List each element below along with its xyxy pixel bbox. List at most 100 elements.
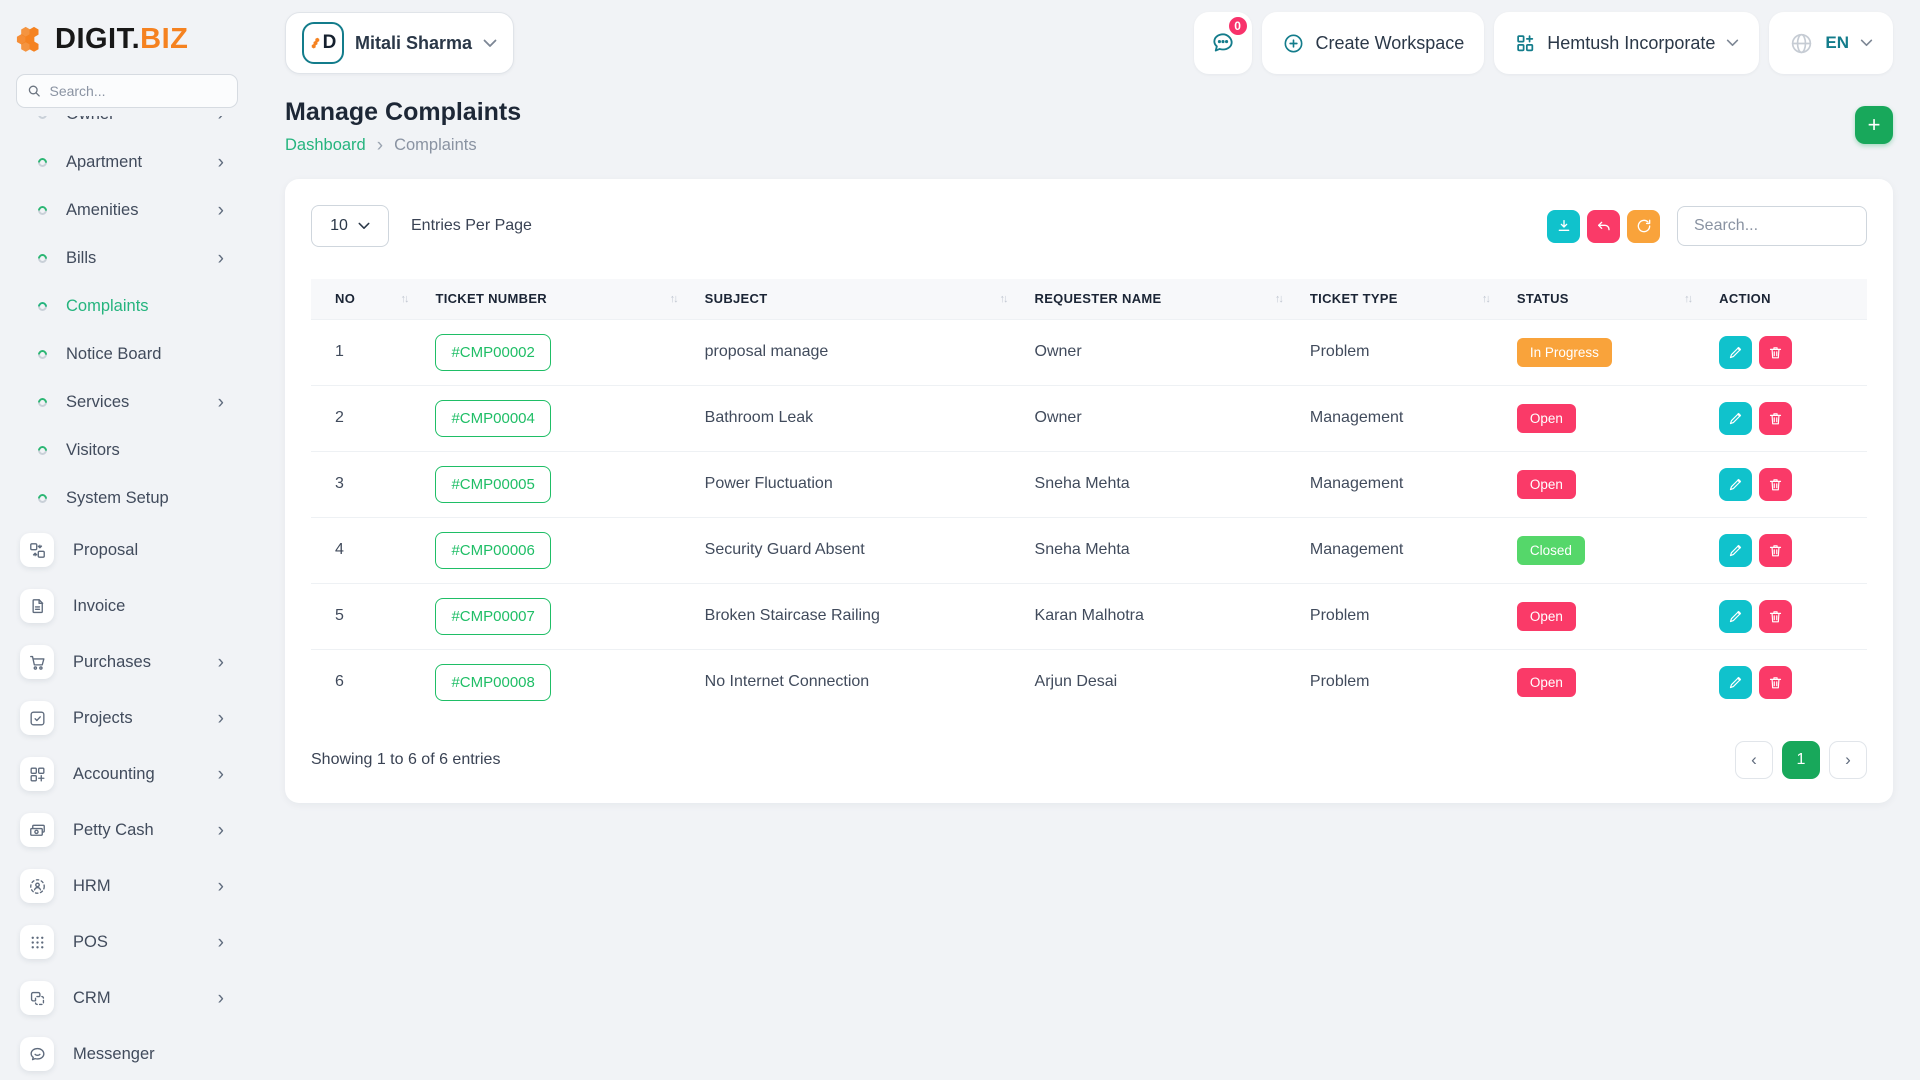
column-header-subject[interactable]: SUBJECT↑↓ xyxy=(705,279,1035,319)
ticket-number-link[interactable]: #CMP00004 xyxy=(435,400,550,437)
edit-button[interactable] xyxy=(1719,666,1752,699)
pagination-page-1-button[interactable]: 1 xyxy=(1782,741,1820,779)
undo-button[interactable] xyxy=(1587,210,1620,243)
sidebar-item-notice-board[interactable]: Notice Board xyxy=(16,330,238,378)
table-row: 6 #CMP00008 No Internet Connection Arjun… xyxy=(311,649,1867,715)
workspace-logo: D xyxy=(302,22,344,64)
cell-subject: Broken Staircase Railing xyxy=(705,583,1035,649)
sidebar: DIGIT.BIZ Owner › Apartment › Amenities xyxy=(0,0,254,1080)
sidebar-item-invoice[interactable]: Invoice xyxy=(16,578,238,634)
ticket-number-link[interactable]: #CMP00008 xyxy=(435,664,550,701)
ticket-number-link[interactable]: #CMP00002 xyxy=(435,334,550,371)
cash-icon xyxy=(20,813,54,847)
trash-icon xyxy=(1768,675,1783,690)
delete-button[interactable] xyxy=(1759,336,1792,369)
add-complaint-button[interactable]: + xyxy=(1855,106,1893,144)
cell-ticket-type: Management xyxy=(1310,517,1517,583)
column-header-ticket-number[interactable]: TICKET NUMBER↑↓ xyxy=(435,279,704,319)
cell-subject: proposal manage xyxy=(705,319,1035,385)
chat-button[interactable]: 0 xyxy=(1194,12,1252,74)
sidebar-item-visitors[interactable]: Visitors xyxy=(16,426,238,474)
entries-per-page-select[interactable]: 10 xyxy=(311,205,389,247)
sidebar-item-accounting[interactable]: Accounting › xyxy=(16,746,238,802)
sidebar-item-hrm[interactable]: HRM › xyxy=(16,858,238,914)
export-download-button[interactable] xyxy=(1547,210,1580,243)
sidebar-search-input[interactable] xyxy=(49,83,226,99)
complaints-table: NO↑↓ TICKET NUMBER↑↓ SUBJECT↑↓ REQUESTER… xyxy=(311,279,1867,715)
table-row: 4 #CMP00006 Security Guard Absent Sneha … xyxy=(311,517,1867,583)
cell-subject: Power Fluctuation xyxy=(705,451,1035,517)
page-title: Manage Complaints xyxy=(285,98,521,127)
cell-subject: Bathroom Leak xyxy=(705,385,1035,451)
chevron-down-icon xyxy=(358,222,370,230)
workspace-selector[interactable]: D Mitali Sharma xyxy=(285,12,514,74)
trash-icon xyxy=(1768,411,1783,426)
column-header-status[interactable]: STATUS↑↓ xyxy=(1517,279,1719,319)
sidebar-item-crm[interactable]: CRM › xyxy=(16,970,238,1026)
sort-icon: ↑↓ xyxy=(400,293,407,305)
language-selector[interactable]: EN xyxy=(1769,12,1893,74)
sidebar-item-projects[interactable]: Projects › xyxy=(16,690,238,746)
column-header-requester-name[interactable]: REQUESTER NAME↑↓ xyxy=(1035,279,1310,319)
ticket-number-link[interactable]: #CMP00006 xyxy=(435,532,550,569)
sidebar-item-apartment[interactable]: Apartment › xyxy=(16,138,238,186)
pagination: ‹ 1 › xyxy=(1735,741,1867,779)
invoice-icon xyxy=(20,589,54,623)
column-header-no[interactable]: NO↑↓ xyxy=(311,279,435,319)
table-row: 1 #CMP00002 proposal manage Owner Proble… xyxy=(311,319,1867,385)
company-selector[interactable]: Hemtush Incorporate xyxy=(1494,12,1759,74)
search-icon xyxy=(28,84,40,98)
pencil-icon xyxy=(1728,543,1743,558)
refresh-button[interactable] xyxy=(1627,210,1660,243)
refresh-icon xyxy=(1636,218,1652,234)
table-search-input[interactable] xyxy=(1677,206,1867,246)
sidebar-item-petty-cash[interactable]: Petty Cash › xyxy=(16,802,238,858)
delete-button[interactable] xyxy=(1759,666,1792,699)
ticket-number-link[interactable]: #CMP00007 xyxy=(435,598,550,635)
sidebar-item-proposal[interactable]: Proposal xyxy=(16,522,238,578)
sidebar-item-owner[interactable]: Owner › xyxy=(16,116,238,138)
complaints-card: 10 Entries Per Page xyxy=(285,179,1893,803)
edit-button[interactable] xyxy=(1719,336,1752,369)
pagination-prev-button[interactable]: ‹ xyxy=(1735,741,1773,779)
table-toolbar: 10 Entries Per Page xyxy=(311,205,1867,247)
delete-button[interactable] xyxy=(1759,534,1792,567)
edit-button[interactable] xyxy=(1719,534,1752,567)
cell-ticket-type: Problem xyxy=(1310,649,1517,715)
cell-requester: Sneha Mehta xyxy=(1035,451,1310,517)
edit-button[interactable] xyxy=(1719,402,1752,435)
sidebar-item-services[interactable]: Services › xyxy=(16,378,238,426)
sidebar-item-system-setup[interactable]: System Setup xyxy=(16,474,238,522)
app-logo: DIGIT.BIZ xyxy=(16,0,238,74)
cell-requester: Owner xyxy=(1035,319,1310,385)
delete-button[interactable] xyxy=(1759,468,1792,501)
column-header-ticket-type[interactable]: TICKET TYPE↑↓ xyxy=(1310,279,1517,319)
chevron-right-icon: › xyxy=(377,136,383,155)
delete-button[interactable] xyxy=(1759,600,1792,633)
sidebar-item-pos[interactable]: POS › xyxy=(16,914,238,970)
edit-button[interactable] xyxy=(1719,600,1752,633)
sidebar-item-purchases[interactable]: Purchases › xyxy=(16,634,238,690)
grid-plus-icon xyxy=(20,757,54,791)
cell-subject: Security Guard Absent xyxy=(705,517,1035,583)
create-workspace-button[interactable]: Create Workspace xyxy=(1262,12,1485,74)
edit-button[interactable] xyxy=(1719,468,1752,501)
pagination-next-button[interactable]: › xyxy=(1829,741,1867,779)
sidebar-item-bills[interactable]: Bills › xyxy=(16,234,238,282)
module-dot-icon xyxy=(36,492,49,505)
cell-ticket-type: Management xyxy=(1310,385,1517,451)
chevron-down-icon xyxy=(483,39,497,48)
sidebar-item-complaints[interactable]: Complaints xyxy=(16,282,238,330)
sidebar-item-amenities[interactable]: Amenities › xyxy=(16,186,238,234)
ticket-number-link[interactable]: #CMP00005 xyxy=(435,466,550,503)
sidebar-item-messenger[interactable]: Messenger xyxy=(16,1026,238,1080)
cell-ticket-type: Management xyxy=(1310,451,1517,517)
topbar: D Mitali Sharma 0 xyxy=(285,0,1893,90)
cell-no: 1 xyxy=(311,319,435,385)
delete-button[interactable] xyxy=(1759,402,1792,435)
chevron-right-icon: › xyxy=(218,989,224,1008)
chevron-right-icon: › xyxy=(218,393,224,412)
status-badge: Closed xyxy=(1517,536,1585,565)
breadcrumb-dashboard-link[interactable]: Dashboard xyxy=(285,136,366,155)
logo-hex-icon xyxy=(16,24,46,54)
